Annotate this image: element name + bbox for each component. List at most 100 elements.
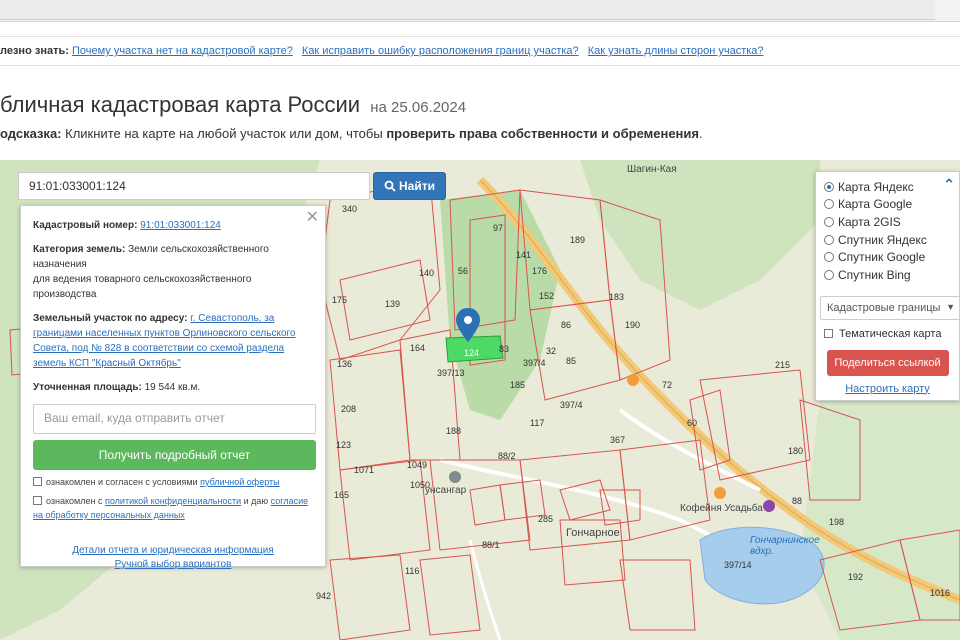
radio-icon[interactable] (824, 234, 834, 245)
radio-icon[interactable] (824, 181, 834, 192)
parcel-label: 88/2 (498, 451, 516, 461)
layer-option-label: Спутник Яндекс (838, 232, 927, 247)
consent-privacy[interactable]: ознакомлен с политикой конфиденциальност… (33, 494, 313, 522)
privacy-policy-link[interactable]: политикой конфиденциальности (105, 496, 241, 506)
search-input[interactable]: 91:01:033001:124 (18, 172, 370, 200)
parcel-label: 88 (792, 496, 803, 506)
hint-text: Кликните на карте на любой участок или д… (65, 126, 383, 141)
map-pin-dot (464, 316, 472, 324)
place-label: Кофейня Усадьба (680, 503, 763, 514)
layer-option[interactable]: Карта Яндекс (824, 178, 951, 196)
email-field[interactable]: Ваш email, куда отправить отчет (33, 404, 316, 434)
layer-option-label: Карта Яндекс (838, 179, 914, 194)
poi-marker-2 (714, 487, 726, 499)
parcel-label: 56 (458, 266, 469, 276)
offer-link[interactable]: публичной оферты (200, 477, 280, 487)
thematic-label: Тематическая карта (839, 327, 942, 340)
topbar-inner (0, 0, 935, 20)
layer-option[interactable]: Спутник Bing (824, 266, 951, 284)
parcel-label: 141 (516, 250, 532, 260)
help-link-fix-boundaries[interactable]: Как исправить ошибку расположения границ… (302, 45, 579, 57)
hint-line: одсказка: Кликните на карте на любой уча… (0, 126, 703, 141)
place-label: Шагин-Кая (627, 164, 677, 175)
parcel-label: 165 (334, 490, 350, 500)
parcel-label: 88/1 (482, 540, 500, 550)
layer-option[interactable]: Карта 2GIS (824, 213, 951, 231)
parcel-info-panel: ✕ Кадастровый номер: 91:01:033001:124 Ка… (20, 205, 326, 570)
map-layers-panel: ⌃ Карта Яндекс Карта Google Карта 2GIS С… (815, 171, 960, 401)
share-link-button[interactable]: Поделиться ссылкой (826, 349, 949, 376)
consent-offer[interactable]: ознакомлен и согласен с условиями публич… (33, 475, 313, 489)
parcel-label: 180 (788, 446, 804, 456)
category-label: Категория земель: (33, 244, 126, 255)
layer-option-label: Карта 2GIS (838, 214, 901, 229)
parcel-label: 136 (337, 359, 353, 369)
layer-option-label: Карта Google (838, 197, 913, 212)
panel-footer-links: Детали отчета и юридическая информация Р… (33, 544, 313, 572)
consent-privacy-mid: и даю (243, 496, 269, 506)
parcel-label: 97 (493, 223, 504, 233)
parcel-label: 185 (510, 380, 526, 390)
parcel-label: 32 (546, 346, 557, 356)
help-links-bar: лезно знать: Почему участка нет на кадас… (0, 36, 960, 66)
radio-icon[interactable] (824, 252, 834, 263)
email-placeholder: Ваш email, куда отправить отчет (44, 411, 225, 425)
parcel-label: 215 (775, 360, 791, 370)
radio-icon[interactable] (824, 199, 834, 210)
page-date: на 25.06.2024 (370, 99, 467, 116)
parcel-label: 60 (687, 418, 698, 428)
area-label: Уточненная площадь: (33, 382, 142, 393)
help-label: лезно знать: (0, 45, 69, 57)
help-link-side-lengths[interactable]: Как узнать длины сторон участка? (588, 45, 764, 57)
thematic-map-toggle[interactable]: Тематическая карта (824, 328, 951, 340)
layer-option-label: Спутник Google (838, 250, 926, 265)
configure-map-link[interactable]: Настроить карту (824, 383, 951, 395)
radio-icon[interactable] (824, 269, 834, 280)
chevron-down-icon: ▼ (946, 301, 955, 312)
manual-selection-link[interactable]: Ручной выбор вариантов (115, 559, 232, 570)
thematic-checkbox[interactable] (824, 329, 833, 339)
search-button[interactable]: Найти (373, 172, 446, 200)
category-use: для ведения товарного сельскохозяйственн… (33, 274, 252, 300)
parcel-label: 188 (446, 426, 462, 436)
radio-icon[interactable] (824, 216, 834, 227)
parcel-label: 192 (848, 572, 864, 582)
parcel-label: 340 (342, 204, 358, 214)
parcel-label: 123 (336, 440, 352, 450)
parcel-label: 83 (499, 344, 510, 354)
parcel-label: 164 (410, 343, 426, 353)
parcel-label: 942 (316, 591, 332, 601)
parcel-label: 139 (385, 299, 401, 309)
poi-marker-1 (627, 374, 639, 386)
parcel-label: 189 (570, 235, 586, 245)
parcel-label: 397/14 (724, 560, 752, 570)
hint-prefix: одсказка: (0, 126, 62, 141)
parcel-label: 1049 (407, 460, 428, 470)
parcel-label: 140 (419, 268, 435, 278)
boundaries-select[interactable]: Кадастровые границы ▼ (820, 295, 960, 320)
cadastral-number-link[interactable]: 91:01:033001:124 (140, 220, 221, 231)
get-report-button[interactable]: Получить подробный отчет (33, 440, 316, 470)
consent-offer-text: ознакомлен и согласен с условиями (46, 477, 198, 487)
report-details-link[interactable]: Детали отчета и юридическая информация (72, 545, 274, 556)
address-row: Земельный участок по адресу: г. Севастоп… (33, 311, 313, 371)
cadastral-label: Кадастровый номер: (33, 220, 138, 231)
layer-option[interactable]: Спутник Яндекс (824, 231, 951, 249)
chevron-up-icon[interactable]: ⌃ (943, 176, 955, 193)
parcel-label: 85 (566, 356, 577, 366)
close-icon[interactable]: ✕ (306, 210, 319, 226)
parcel-label: 116 (405, 566, 420, 576)
parcel-label: 175 (332, 295, 348, 305)
help-link-missing-parcel[interactable]: Почему участка нет на кадастровой карте? (72, 45, 293, 57)
consent-offer-checkbox[interactable] (33, 477, 42, 486)
layer-option[interactable]: Спутник Google (824, 248, 951, 266)
search-button-label: Найти (399, 179, 435, 193)
consent-privacy-checkbox[interactable] (33, 496, 42, 505)
search-icon (384, 180, 396, 192)
boundaries-select-value: Кадастровые границы (827, 301, 941, 314)
layer-option[interactable]: Карта Google (824, 196, 951, 214)
layer-option-label: Спутник Bing (838, 267, 911, 282)
parcel-label: 183 (609, 292, 625, 302)
place-label: Гончарнинское вдхр. (750, 535, 820, 557)
parcel-label: 397/4 (523, 358, 546, 368)
